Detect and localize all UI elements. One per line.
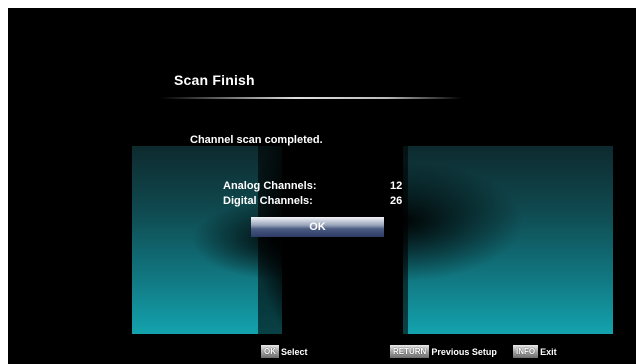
- scan-message: Channel scan completed.: [190, 134, 323, 146]
- center-shadow: [258, 146, 408, 334]
- footer-hints: OK Select RETURN Previous Setup INFO Exi…: [8, 345, 636, 361]
- hint-label: Select: [281, 346, 308, 357]
- ok-button[interactable]: OK: [251, 217, 384, 237]
- info-key-badge: INFO: [513, 345, 539, 358]
- title-divider: [160, 97, 462, 99]
- digital-channels-value: 26: [390, 195, 403, 207]
- right-glow-panel: [403, 146, 613, 334]
- hint-ok-select[interactable]: OK Select: [261, 345, 308, 358]
- hint-label: Exit: [540, 346, 557, 357]
- analog-channels-value: 12: [390, 180, 403, 192]
- analog-channels-label: Analog Channels:: [223, 180, 317, 192]
- ok-key-badge: OK: [261, 345, 279, 358]
- hint-return-previous-setup[interactable]: RETURN Previous Setup: [390, 345, 497, 358]
- digital-channels-label: Digital Channels:: [223, 195, 313, 207]
- return-key-badge: RETURN: [390, 345, 430, 358]
- dialog-title: Scan Finish: [174, 72, 255, 88]
- hint-info-exit[interactable]: INFO Exit: [513, 345, 557, 358]
- tv-display: Scan Finish Channel scan completed. Anal…: [8, 8, 636, 364]
- screen: Scan Finish Channel scan completed. Anal…: [0, 0, 642, 364]
- hint-label: Previous Setup: [431, 346, 497, 357]
